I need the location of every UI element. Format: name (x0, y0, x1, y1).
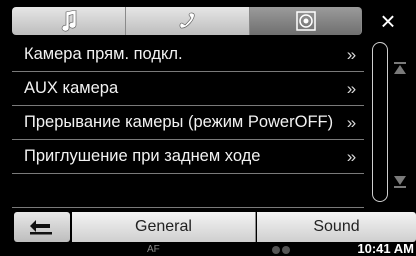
list-item-empty (12, 174, 364, 208)
list-item-label: Приглушение при заднем ходе (24, 147, 261, 165)
list-item[interactable]: Приглушение при заднем ходе » (12, 140, 364, 174)
bluetooth-status-icon (272, 246, 290, 254)
settings-list: Камера прям. подкл. » AUX камера » Преры… (12, 38, 364, 208)
scroll-down-button[interactable] (390, 172, 410, 192)
scroll-up-icon (394, 62, 406, 74)
back-arrow-icon (30, 220, 52, 235)
scroll-down-icon (394, 176, 406, 188)
list-item-label: Камера прям. подкл. (24, 45, 183, 63)
chevron-right-icon: » (346, 112, 356, 132)
af-indicator: AF (147, 244, 160, 255)
list-item-label: Прерывание камеры (режим PowerOFF) (24, 113, 334, 131)
close-button[interactable]: × (364, 7, 412, 35)
list-item-label: AUX камера (24, 79, 119, 97)
list-item[interactable]: AUX камера » (12, 72, 364, 106)
status-bar: AF 10:41 AM (0, 241, 416, 256)
phone-icon (179, 12, 195, 29)
list-item[interactable]: Прерывание камеры (режим PowerOFF) » (12, 106, 364, 140)
tab-audio[interactable] (12, 7, 126, 35)
tab-camera[interactable] (250, 7, 362, 35)
close-icon: × (380, 6, 396, 36)
scroll-up-button[interactable] (390, 58, 410, 78)
chevron-right-icon: » (346, 146, 356, 166)
top-tab-bar: × (0, 0, 416, 38)
scrollbar[interactable] (372, 42, 388, 202)
sound-button[interactable]: Sound (257, 212, 416, 242)
general-button[interactable]: General (72, 212, 256, 242)
bottom-bar: General Sound (8, 212, 416, 242)
chevron-right-icon: » (346, 78, 356, 98)
tab-phone[interactable] (126, 7, 250, 35)
back-button[interactable] (14, 212, 70, 242)
chevron-right-icon: » (346, 44, 356, 64)
list-item[interactable]: Камера прям. подкл. » (12, 38, 364, 72)
clock: 10:41 AM (357, 241, 414, 256)
music-note-icon (61, 10, 76, 32)
camera-disc-icon (295, 11, 316, 31)
